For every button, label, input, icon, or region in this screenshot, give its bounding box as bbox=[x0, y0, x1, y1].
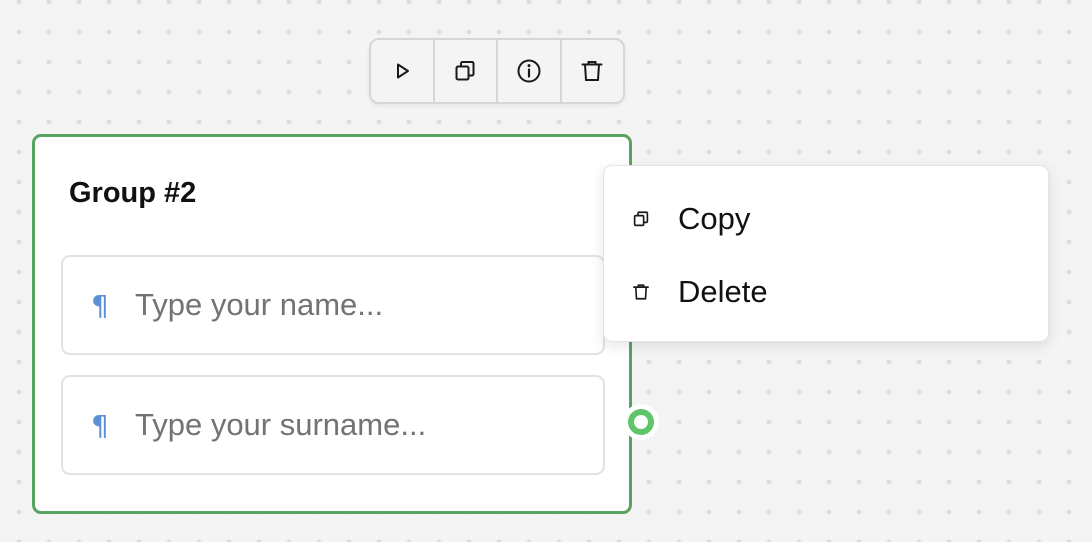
connector-dot bbox=[628, 409, 654, 435]
context-menu: Copy Delete bbox=[603, 165, 1049, 342]
menu-item-delete[interactable]: Delete bbox=[604, 262, 1048, 322]
output-connector-handle[interactable] bbox=[623, 404, 659, 440]
info-icon bbox=[516, 58, 542, 84]
menu-item-label: Copy bbox=[678, 201, 751, 236]
delete-button[interactable] bbox=[562, 40, 624, 102]
play-icon bbox=[391, 60, 413, 82]
copy-icon bbox=[453, 59, 477, 83]
group-node[interactable]: Group #2 ¶ ¶ bbox=[32, 134, 632, 514]
paragraph-icon: ¶ bbox=[91, 288, 109, 322]
run-button[interactable] bbox=[371, 40, 435, 102]
trash-icon bbox=[631, 283, 651, 301]
name-field[interactable]: ¶ bbox=[61, 255, 605, 355]
group-title: Group #2 bbox=[69, 177, 197, 209]
menu-item-label: Delete bbox=[678, 274, 768, 309]
trash-icon bbox=[580, 59, 604, 83]
menu-item-copy[interactable]: Copy bbox=[604, 189, 1048, 249]
node-toolbar bbox=[369, 38, 625, 104]
copy-icon bbox=[631, 210, 651, 228]
surname-field[interactable]: ¶ bbox=[61, 375, 605, 475]
name-input[interactable] bbox=[135, 287, 575, 323]
paragraph-icon: ¶ bbox=[91, 408, 109, 442]
duplicate-button[interactable] bbox=[435, 40, 498, 102]
info-button[interactable] bbox=[498, 40, 562, 102]
surname-input[interactable] bbox=[135, 407, 575, 443]
